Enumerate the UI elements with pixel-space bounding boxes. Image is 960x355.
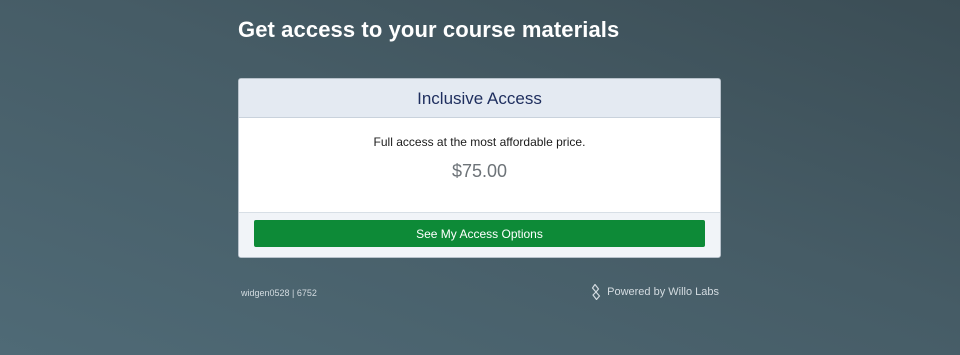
card-description: Full access at the most affordable price… (373, 135, 586, 149)
page-title: Get access to your course materials (238, 17, 620, 42)
card-price: $75.00 (451, 161, 508, 181)
willo-labs-logo-icon (590, 283, 602, 301)
powered-by-label: Powered by Willo Labs (607, 286, 719, 298)
card-title: Inclusive Access (417, 88, 542, 108)
powered-by: Powered by Willo Labs (590, 283, 719, 301)
card-header: Inclusive Access (239, 79, 720, 118)
access-card: Inclusive Access Full access at the most… (238, 78, 721, 258)
see-access-options-button[interactable]: See My Access Options (254, 220, 705, 247)
card-body: Full access at the most affordable price… (239, 118, 720, 213)
footer-identifier: widgen0528 | 6752 (241, 288, 317, 298)
card-footer: See My Access Options (239, 213, 720, 257)
